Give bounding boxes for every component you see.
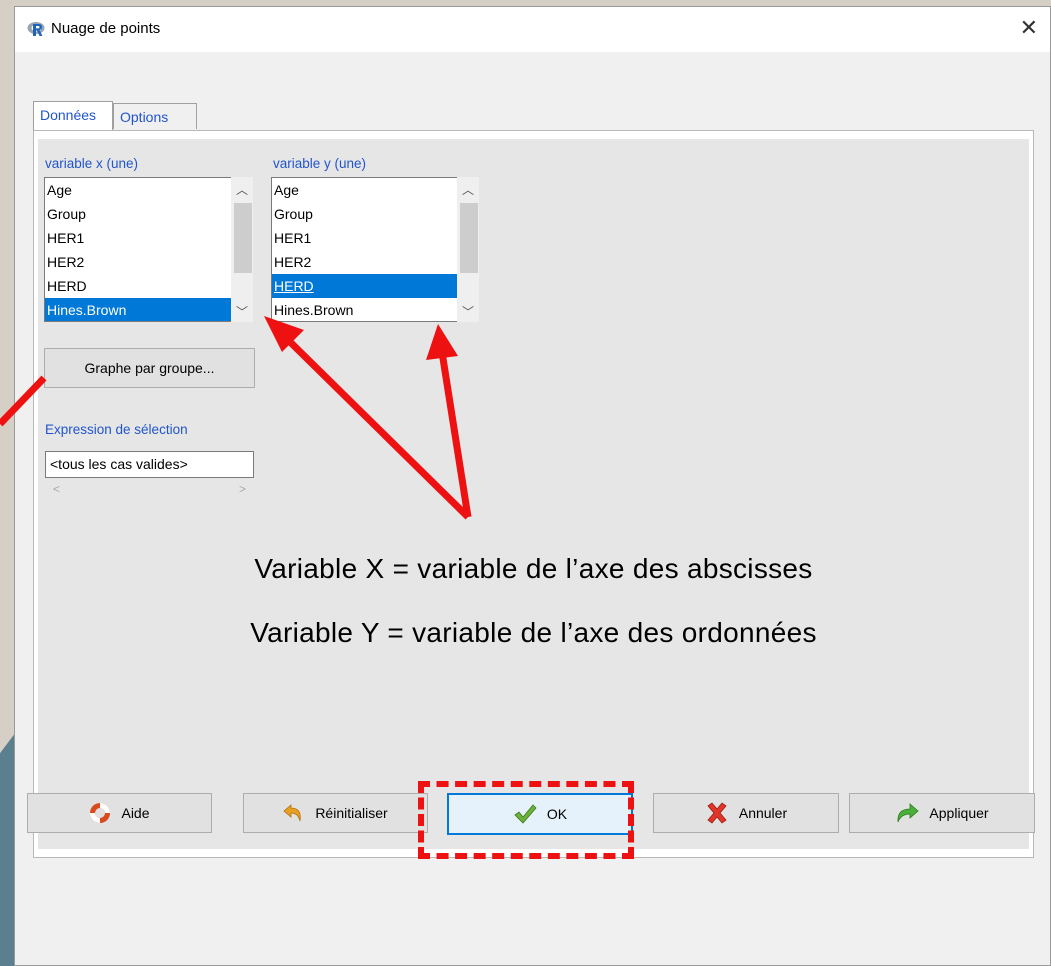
chevron-down-icon[interactable]: ﹀ — [457, 303, 479, 320]
chevron-right-icon[interactable]: > — [239, 482, 246, 496]
chevron-up-icon[interactable]: ︿ — [457, 181, 479, 198]
list-item[interactable]: HER1 — [272, 226, 478, 250]
chevron-down-icon[interactable]: ﹀ — [231, 303, 253, 320]
reset-button[interactable]: Réinitialiser — [243, 793, 428, 833]
green-redo-arrow-icon — [897, 803, 920, 823]
subset-hscroll[interactable]: < > — [45, 482, 254, 498]
xvar-label: variable x (une) — [45, 156, 139, 171]
list-item[interactable]: HER2 — [45, 250, 251, 274]
annotation-x: Variable X = variable de l’axe des absci… — [254, 553, 813, 584]
close-icon[interactable]: ✕ — [1020, 15, 1038, 41]
tab-options[interactable]: Options — [113, 103, 197, 129]
xvar-listbox[interactable]: Age Group HER1 HER2 HERD Hines.Brown — [44, 177, 252, 322]
plot-by-group-button[interactable]: Graphe par groupe... — [44, 348, 255, 388]
chevron-up-icon[interactable]: ︿ — [231, 181, 253, 198]
chevron-left-icon[interactable]: < — [53, 482, 60, 496]
annotation-y: Variable Y = variable de l’axe des ordon… — [250, 617, 817, 648]
r-logo-icon — [27, 22, 45, 36]
list-item[interactable]: HER1 — [45, 226, 251, 250]
subset-input[interactable]: <tous les cas valides> — [45, 451, 254, 478]
apply-label: Appliquer — [929, 805, 989, 821]
list-item[interactable]: Group — [272, 202, 478, 226]
help-button[interactable]: Aide — [27, 793, 212, 833]
list-item[interactable]: Age — [45, 178, 251, 202]
plot-by-group-label: Graphe par groupe... — [84, 360, 215, 376]
list-item-selected[interactable]: Hines.Brown — [45, 298, 251, 321]
red-x-icon — [707, 802, 727, 824]
ok-highlight-box — [418, 781, 634, 859]
reset-label: Réinitialiser — [315, 805, 388, 821]
yvar-label: variable y (une) — [273, 156, 367, 171]
list-item[interactable]: HER2 — [272, 250, 478, 274]
list-item-selected[interactable]: HERD — [272, 274, 478, 298]
list-item[interactable]: HERD — [45, 274, 251, 298]
subset-label: Expression de sélection — [45, 422, 188, 437]
window-title: Nuage de points — [51, 20, 161, 37]
apply-button[interactable]: Appliquer — [849, 793, 1035, 833]
yvar-listbox[interactable]: Age Group HER1 HER2 HERD Hines.Brown — [271, 177, 479, 322]
cancel-label: Annuler — [738, 805, 788, 821]
title-bar: Nuage de points ✕ — [15, 7, 1050, 52]
tab-donnees[interactable]: Données — [33, 101, 113, 130]
yvar-scrollbar[interactable]: ︿ ﹀ — [457, 177, 479, 322]
list-item[interactable]: Age — [272, 178, 478, 202]
undo-arrow-icon — [283, 804, 302, 822]
help-label: Aide — [121, 805, 150, 821]
scroll-thumb[interactable] — [234, 203, 252, 273]
xvar-scrollbar[interactable]: ︿ ﹀ — [231, 177, 253, 322]
scroll-thumb[interactable] — [460, 203, 478, 273]
lifebuoy-icon — [90, 803, 111, 823]
list-item[interactable]: Hines.Brown — [272, 298, 478, 321]
list-item[interactable]: Group — [45, 202, 251, 226]
cancel-button[interactable]: Annuler — [653, 793, 839, 833]
